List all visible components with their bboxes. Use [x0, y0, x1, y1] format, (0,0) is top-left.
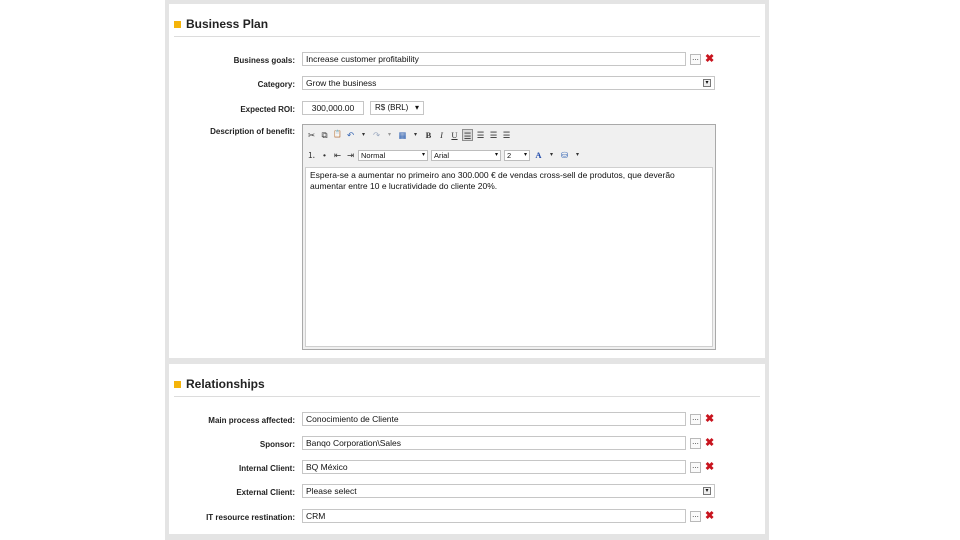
main-process-label: Main process affected: [208, 416, 295, 425]
size-dropdown-icon: ▾ [523, 151, 527, 158]
currency-select[interactable]: R$ (BRL) ▾ [370, 101, 424, 115]
it-resource-field[interactable]: CRM [302, 509, 686, 523]
align-left-icon[interactable]: ☰ [462, 129, 473, 141]
font-select[interactable]: Arial ▾ [431, 149, 501, 161]
expected-roi-input[interactable]: 300,000.00 [302, 101, 364, 115]
internal-client-field[interactable]: BQ México [302, 460, 686, 474]
business-goals-delete-icon[interactable]: ✖ [705, 54, 714, 65]
underline-icon[interactable]: U [449, 129, 460, 141]
external-client-value: Please select [306, 486, 357, 496]
section-bullet-icon [174, 380, 181, 388]
unordered-list-icon[interactable]: • [319, 149, 330, 161]
currency-value: R$ (BRL) [375, 103, 409, 112]
category-label: Category: [257, 80, 295, 89]
redo-dropdown-icon[interactable]: ▾ [384, 129, 395, 141]
internal-client-delete-icon[interactable]: ✖ [705, 462, 714, 473]
ordered-list-icon[interactable]: ⒈ [306, 149, 317, 161]
it-resource-browse-button[interactable]: ... [690, 511, 701, 522]
size-select[interactable]: 2 ▾ [504, 149, 530, 161]
undo-dropdown-icon[interactable]: ▾ [358, 129, 369, 141]
business-plan-header: Business Plan [174, 17, 268, 31]
dropdown-arrow-icon[interactable]: ▾ [703, 487, 711, 495]
rich-text-editor: ✂ ⧉ 📋 ↶ ▾ ↷ ▾ ▦ ▾ B I U ☰ ☰ ☰ ☰ ⒈ • ⇤ ⇥ … [302, 124, 716, 350]
align-right-icon[interactable]: ☰ [488, 129, 499, 141]
category-select[interactable]: Grow the business ▾ [302, 76, 715, 90]
format-select[interactable]: Normal ▾ [358, 149, 428, 161]
business-goals-label: Business goals: [233, 56, 295, 65]
external-client-label: External Client: [236, 488, 295, 497]
sponsor-label: Sponsor: [259, 440, 295, 449]
background-color-icon[interactable]: ⛁ [559, 149, 570, 161]
editor-toolbar-row-1: ✂ ⧉ 📋 ↶ ▾ ↷ ▾ ▦ ▾ B I U ☰ ☰ ☰ ☰ [306, 128, 514, 142]
external-client-select[interactable]: Please select ▾ [302, 484, 715, 498]
business-plan-title: Business Plan [186, 17, 269, 31]
redo-icon[interactable]: ↷ [371, 129, 382, 141]
internal-client-browse-button[interactable]: ... [690, 462, 701, 473]
category-value: Grow the business [306, 78, 377, 88]
main-process-browse-button[interactable]: ... [690, 414, 701, 425]
dropdown-arrow-icon[interactable]: ▾ [703, 79, 711, 87]
justify-icon[interactable]: ☰ [501, 129, 512, 141]
it-resource-label: IT resource restination: [206, 513, 295, 522]
format-value: Normal [361, 150, 386, 160]
main-process-field[interactable]: Conocimiento de Cliente [302, 412, 686, 426]
font-dropdown-icon: ▾ [494, 151, 498, 158]
internal-client-label: Internal Client: [238, 464, 295, 473]
format-dropdown-icon: ▾ [421, 151, 425, 158]
business-goals-field[interactable]: Increase customer profitability [302, 52, 686, 66]
it-resource-delete-icon[interactable]: ✖ [705, 511, 714, 522]
section-divider [174, 36, 760, 37]
undo-icon[interactable]: ↶ [345, 129, 356, 141]
main-process-delete-icon[interactable]: ✖ [705, 414, 714, 425]
sponsor-field[interactable]: Banqo Corporation\Sales [302, 436, 686, 450]
indent-icon[interactable]: ⇥ [345, 149, 356, 161]
italic-icon[interactable]: I [436, 129, 447, 141]
expected-roi-label: Expected ROI: [240, 105, 295, 114]
table-dropdown-icon[interactable]: ▾ [410, 129, 421, 141]
background-color-dropdown-icon[interactable]: ▾ [572, 149, 583, 161]
editor-toolbar-row-2: ⒈ • ⇤ ⇥ Normal ▾ Arial ▾ 2 ▾ A ▾ ⛁ ▾ [306, 148, 585, 162]
description-label: Description of benefit: [210, 127, 295, 136]
paste-icon[interactable]: 📋 [332, 129, 343, 141]
business-plan-panel: Business Plan Business goals: Increase c… [169, 4, 765, 358]
section-divider [174, 396, 760, 397]
relationships-header: Relationships [174, 377, 265, 391]
size-value: 2 [507, 150, 512, 160]
editor-text-area[interactable]: Espera-se a aumentar no primeiro ano 300… [305, 167, 713, 347]
section-bullet-icon [174, 20, 181, 28]
outdent-icon[interactable]: ⇤ [332, 149, 343, 161]
font-value: Arial [434, 150, 450, 160]
relationships-title: Relationships [186, 377, 265, 391]
align-center-icon[interactable]: ☰ [475, 129, 486, 141]
copy-icon[interactable]: ⧉ [319, 129, 330, 141]
font-color-icon[interactable]: A [533, 149, 544, 161]
sponsor-browse-button[interactable]: ... [690, 438, 701, 449]
currency-dropdown-icon[interactable]: ▾ [415, 102, 419, 114]
font-color-dropdown-icon[interactable]: ▾ [546, 149, 557, 161]
sponsor-delete-icon[interactable]: ✖ [705, 438, 714, 449]
relationships-panel: Relationships Main process affected: Con… [169, 364, 765, 534]
business-goals-browse-button[interactable]: ... [690, 54, 701, 65]
cut-icon[interactable]: ✂ [306, 129, 317, 141]
bold-icon[interactable]: B [423, 129, 434, 141]
table-icon[interactable]: ▦ [397, 129, 408, 141]
